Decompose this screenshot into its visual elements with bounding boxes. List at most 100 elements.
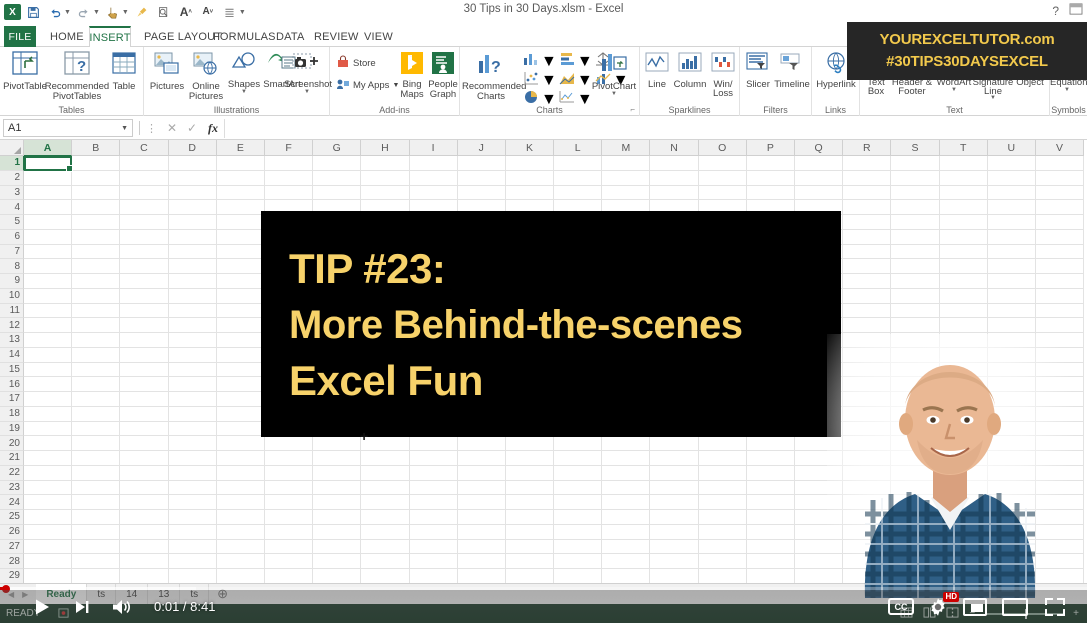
area-chart-icon[interactable] [558, 70, 576, 91]
cell-D6[interactable] [168, 229, 217, 245]
row-header-8[interactable]: 8 [0, 259, 24, 274]
cell-A19[interactable] [24, 421, 73, 437]
cell-L1[interactable] [554, 156, 603, 171]
cell-E4[interactable] [216, 200, 265, 215]
row-header-20[interactable]: 20 [0, 436, 24, 451]
cell-P3[interactable] [746, 185, 795, 201]
cell-E15[interactable] [216, 362, 265, 378]
cell-B22[interactable] [72, 465, 121, 481]
cell-S4[interactable] [891, 200, 940, 215]
cell-I25[interactable] [409, 510, 458, 525]
cell-H25[interactable] [361, 510, 410, 525]
chevron-down-icon[interactable]: ▼ [121, 125, 128, 132]
cell-D16[interactable] [168, 377, 217, 392]
cell-J27[interactable] [457, 539, 506, 555]
cell-T2[interactable] [939, 170, 988, 186]
cell-L21[interactable] [554, 451, 603, 466]
cell-A22[interactable] [24, 465, 73, 481]
ribbon-slicer-button[interactable]: Slicer [742, 51, 774, 90]
cell-F24[interactable] [264, 495, 314, 510]
cell-G29[interactable] [313, 569, 362, 583]
cell-M29[interactable] [602, 569, 651, 583]
cell-C29[interactable] [120, 569, 169, 583]
cell-I2[interactable] [409, 170, 458, 186]
cell-T6[interactable] [939, 229, 988, 245]
cell-V6[interactable] [1035, 229, 1085, 245]
fx-icon[interactable]: fx [202, 121, 224, 136]
cell-B8[interactable] [72, 259, 121, 274]
cell-U8[interactable] [987, 259, 1036, 274]
row-header-7[interactable]: 7 [0, 244, 24, 260]
cell-D2[interactable] [168, 170, 217, 186]
column-header-C[interactable]: C [120, 140, 169, 156]
row-header-16[interactable]: 16 [0, 377, 24, 392]
volume-icon[interactable] [102, 590, 142, 623]
ribbon-screenshot-button[interactable]: Screenshot ▼ [284, 51, 332, 95]
cell-B5[interactable] [72, 215, 121, 230]
cell-V2[interactable] [1035, 170, 1085, 186]
cell-S5[interactable] [891, 215, 940, 230]
cell-D28[interactable] [168, 554, 217, 569]
row-header-19[interactable]: 19 [0, 421, 24, 437]
cell-V12[interactable] [1035, 318, 1085, 333]
ribbon-shapes-button[interactable]: Shapes ▼ [224, 51, 264, 95]
cell-B26[interactable] [72, 524, 121, 540]
cell-R4[interactable] [843, 200, 892, 215]
cancel-icon[interactable]: ✕ [162, 121, 182, 135]
cell-L29[interactable] [554, 569, 603, 583]
cell-B20[interactable] [72, 436, 121, 451]
row-header-3[interactable]: 3 [0, 185, 24, 201]
cell-P29[interactable] [746, 569, 795, 583]
cell-C24[interactable] [120, 495, 169, 510]
cell-D24[interactable] [168, 495, 217, 510]
cell-E24[interactable] [216, 495, 265, 510]
cell-D29[interactable] [168, 569, 217, 583]
cell-C6[interactable] [120, 229, 169, 245]
cell-N27[interactable] [650, 539, 699, 555]
cell-I1[interactable] [409, 156, 458, 171]
ribbon-pivotchart-button[interactable]: PivotChart ▼ [590, 51, 638, 97]
cell-R2[interactable] [843, 170, 892, 186]
cell-E9[interactable] [216, 274, 265, 289]
cell-O24[interactable] [698, 495, 747, 510]
ribbon-store-button[interactable]: Store [336, 55, 376, 72]
row-header-5[interactable]: 5 [0, 215, 24, 230]
cell-O22[interactable] [698, 465, 747, 481]
cell-F2[interactable] [264, 170, 314, 186]
cell-E16[interactable] [216, 377, 265, 392]
cell-D22[interactable] [168, 465, 217, 481]
cell-Q3[interactable] [795, 185, 844, 201]
cell-G22[interactable] [313, 465, 362, 481]
cell-C26[interactable] [120, 524, 169, 540]
cell-K27[interactable] [505, 539, 555, 555]
cell-P25[interactable] [746, 510, 795, 525]
cell-V5[interactable] [1035, 215, 1085, 230]
cell-O21[interactable] [698, 451, 747, 466]
cell-P21[interactable] [746, 451, 795, 466]
cell-K24[interactable] [505, 495, 555, 510]
cell-I24[interactable] [409, 495, 458, 510]
cell-C28[interactable] [120, 554, 169, 569]
cell-P28[interactable] [746, 554, 795, 569]
cell-A15[interactable] [24, 362, 73, 378]
cell-E13[interactable] [216, 333, 265, 348]
ribbon-bing-maps-button[interactable]: Bing Maps [396, 51, 428, 100]
cell-B23[interactable] [72, 480, 121, 496]
row-header-21[interactable]: 21 [0, 451, 24, 466]
cell-A1[interactable] [24, 156, 73, 171]
cell-E26[interactable] [216, 524, 265, 540]
cell-G1[interactable] [313, 156, 362, 171]
cell-J28[interactable] [457, 554, 506, 569]
cell-A7[interactable] [24, 244, 73, 260]
ribbon-my-apps-button[interactable]: My Apps ▼ [336, 77, 399, 94]
cell-J1[interactable] [457, 156, 506, 171]
cell-A13[interactable] [24, 333, 73, 348]
chevron-down-icon[interactable]: ▼ [611, 91, 617, 97]
cell-G27[interactable] [313, 539, 362, 555]
cell-D27[interactable] [168, 539, 217, 555]
cell-D5[interactable] [168, 215, 217, 230]
cell-B1[interactable] [72, 156, 121, 171]
cell-F1[interactable] [264, 156, 314, 171]
cell-M24[interactable] [602, 495, 651, 510]
cell-M27[interactable] [602, 539, 651, 555]
